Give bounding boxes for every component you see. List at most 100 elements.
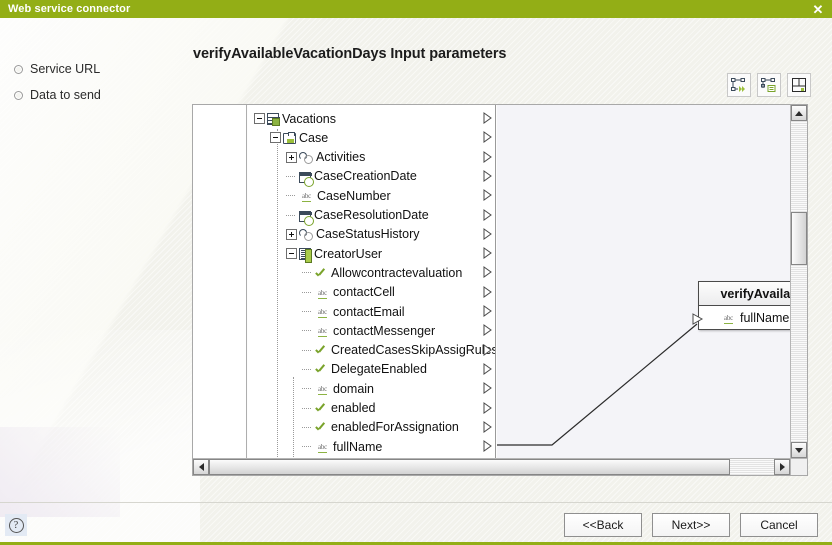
tree-row[interactable]: abc contactMessenger <box>248 321 495 340</box>
collapse-icon[interactable] <box>286 248 297 260</box>
abc-icon: abc <box>317 288 328 299</box>
tree-row-label: CreatedCasesSkipAssigRules <box>331 343 496 358</box>
target-node-input-arrow-icon <box>692 313 704 325</box>
tree-guide-stub <box>302 345 315 356</box>
chevron-right-icon <box>779 463 785 471</box>
tree-row[interactable]: CaseStatusHistory <box>248 225 495 244</box>
tree-row[interactable]: enabledForAssignation <box>248 418 495 437</box>
layout-icon <box>792 78 806 92</box>
map-properties-button[interactable] <box>757 73 781 97</box>
next-button[interactable]: Next>> <box>652 513 730 537</box>
tree-row-output-arrow-icon[interactable] <box>483 227 493 240</box>
tree-row-output-arrow-icon[interactable] <box>483 362 493 375</box>
expand-icon[interactable] <box>286 151 297 163</box>
tree-row-output-arrow-icon[interactable] <box>483 440 493 453</box>
sidebar-item-label: Service URL <box>30 62 101 76</box>
source-tree-pane[interactable]: Vacations Case Activities CaseCreationDate a… <box>248 105 496 458</box>
sidebar-item-service-url[interactable]: Service URL <box>14 56 179 82</box>
collapse-icon[interactable] <box>254 113 265 124</box>
tree-row[interactable]: Case <box>248 128 495 147</box>
tree-row[interactable]: CreatorUser <box>248 244 495 264</box>
mapping-canvas[interactable]: verifyAvailableVacationDays abc fullName <box>497 105 790 458</box>
abc-icon: abc <box>317 443 328 454</box>
target-node-box[interactable]: verifyAvailableVacationDays abc fullName <box>692 281 790 330</box>
tree-row[interactable]: abc contactCell <box>248 283 495 302</box>
close-icon[interactable]: ✕ <box>804 0 832 18</box>
help-icon: ? <box>8 517 24 533</box>
map-properties-icon <box>761 78 776 92</box>
tree-row[interactable]: Activities <box>248 148 495 167</box>
background-tint <box>0 427 120 517</box>
editor-toolbar <box>727 73 811 97</box>
sidebar-item-label: Data to send <box>30 88 101 102</box>
tree-row-label: CaseResolutionDate <box>314 208 429 222</box>
layout-button[interactable] <box>787 73 811 97</box>
date-icon <box>299 210 314 226</box>
chevron-left-icon <box>198 463 204 471</box>
tree-row[interactable]: abc domain <box>248 379 495 398</box>
tree-row[interactable]: abc fullName <box>248 437 495 456</box>
tree-row-output-arrow-icon[interactable] <box>483 343 493 356</box>
tree-guide-stub <box>286 210 299 221</box>
tree-guide-stub <box>302 287 315 298</box>
expand-icon[interactable] <box>286 228 297 240</box>
scroll-down-button[interactable] <box>791 442 807 458</box>
tree-row-output-arrow-icon[interactable] <box>483 324 493 337</box>
tree-row[interactable]: CaseCreationDate <box>248 167 495 187</box>
tree-row[interactable]: Vacations <box>248 109 495 128</box>
sidebar-item-data-to-send[interactable]: Data to send <box>14 82 179 108</box>
bullet-icon <box>14 90 23 100</box>
vertical-scroll-thumb[interactable] <box>791 212 807 265</box>
check-icon <box>315 344 328 356</box>
tree-row-output-arrow-icon[interactable] <box>483 112 493 124</box>
footer-separator <box>0 502 832 503</box>
tree-row-output-arrow-icon[interactable] <box>483 285 493 298</box>
tree-row-label: DelegateEnabled <box>331 362 427 377</box>
tree-row-output-arrow-icon[interactable] <box>483 189 493 202</box>
mapping-editor-inner: Vacations Case Activities CaseCreationDate a… <box>193 105 807 475</box>
scroll-up-button[interactable] <box>791 105 807 121</box>
tree-row[interactable]: DelegateEnabled <box>248 360 495 379</box>
horizontal-scrollbar[interactable] <box>193 458 790 475</box>
scroll-left-button[interactable] <box>193 459 209 475</box>
collapse-icon[interactable] <box>270 132 281 144</box>
tree-row-output-arrow-icon[interactable] <box>483 131 493 144</box>
tree-row[interactable]: CaseResolutionDate <box>248 206 495 226</box>
help-button[interactable]: ? <box>5 514 27 536</box>
window-titlebar: Web service connector ✕ <box>0 0 832 18</box>
tree-row[interactable]: CreatedCasesSkipAssigRules <box>248 341 496 360</box>
tree-row[interactable]: Allowcontractevaluation <box>248 263 495 282</box>
tree-row-output-arrow-icon[interactable] <box>483 150 493 163</box>
target-node-row-label: fullName <box>740 310 790 325</box>
tree-row[interactable]: abc contactEmail <box>248 302 495 321</box>
tree-row-output-arrow-icon[interactable] <box>483 169 493 182</box>
tree-guide-stub <box>286 171 299 182</box>
tree-row-label: fullName <box>333 439 383 454</box>
tree-row-label: CaseNumber <box>317 188 391 203</box>
tree-row-output-arrow-icon[interactable] <box>483 208 493 221</box>
back-button[interactable]: <<Back <box>564 513 642 537</box>
relation-icon <box>299 151 313 165</box>
tree-row[interactable]: abc CaseNumber <box>248 186 495 205</box>
cancel-button[interactable]: Cancel <box>740 513 818 537</box>
target-node-row-fullname[interactable]: abc fullName <box>699 306 790 329</box>
auto-map-button[interactable] <box>727 73 751 97</box>
horizontal-scroll-thumb[interactable] <box>209 459 730 475</box>
vertical-scrollbar[interactable] <box>790 105 807 458</box>
window-title: Web service connector <box>8 3 131 15</box>
abc-icon: abc <box>317 308 328 318</box>
abc-icon: abc <box>317 385 328 396</box>
tree-row-output-arrow-icon[interactable] <box>483 247 493 260</box>
tree-row-output-arrow-icon[interactable] <box>483 266 493 279</box>
tree-row-output-arrow-icon[interactable] <box>483 382 493 395</box>
tree-row-output-arrow-icon[interactable] <box>483 420 493 433</box>
tree-row-output-arrow-icon[interactable] <box>483 305 493 317</box>
tree-row-output-arrow-icon[interactable] <box>483 401 493 414</box>
tree-row-label: contactMessenger <box>333 323 436 338</box>
tree-row-label: domain <box>333 381 374 396</box>
tree-row[interactable]: enabled <box>248 399 495 418</box>
scroll-right-button[interactable] <box>774 459 790 475</box>
tree-row-label: CaseCreationDate <box>314 169 417 184</box>
chevron-up-icon <box>795 110 803 116</box>
bullet-icon <box>14 64 23 74</box>
